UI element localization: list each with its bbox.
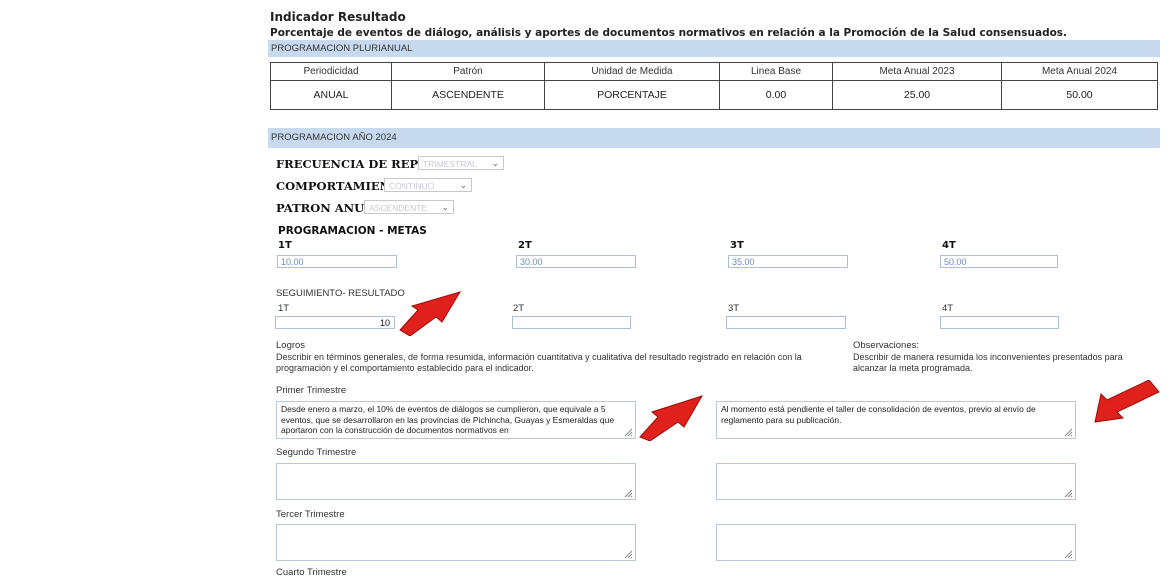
seguimiento-q3-input[interactable]: [726, 316, 846, 329]
metas-q2-label: 2T: [518, 240, 532, 251]
metas-q1-input[interactable]: 10.00: [277, 255, 397, 268]
logros-description: Describir en términos generales, de form…: [276, 352, 802, 373]
red-arrow-icon: [639, 395, 704, 441]
patron-value: ASCENDENTE: [369, 203, 428, 213]
chevron-down-icon: ⌄: [459, 180, 467, 190]
seguimiento-q1-label: 1T: [278, 303, 290, 314]
primer-logros-text: Desde enero a marzo, el 10% de eventos d…: [281, 404, 615, 435]
table-header: Periodicidad: [270, 62, 392, 81]
metas-q3-label: 3T: [730, 240, 744, 251]
table-cell: PORCENTAJE: [544, 80, 720, 110]
resize-grip-icon[interactable]: [624, 428, 633, 437]
seguimiento-q2-input[interactable]: [512, 316, 631, 329]
tercer-trimestre-label: Tercer Trimestre: [276, 509, 345, 520]
primer-trimestre-label: Primer Trimestre: [276, 385, 347, 396]
chevron-down-icon: ⌄: [491, 158, 499, 168]
metas-q3-input[interactable]: 35.00: [728, 255, 848, 268]
tercer-observaciones-textarea[interactable]: [716, 524, 1076, 561]
table-header: Meta Anual 2024: [1001, 62, 1158, 81]
comportamiento-value: CONTINUO: [389, 181, 435, 191]
logros-title: Logros: [276, 340, 306, 351]
primer-logros-textarea[interactable]: Desde enero a marzo, el 10% de eventos d…: [276, 401, 636, 439]
metas-q2-input[interactable]: 30.00: [516, 255, 636, 268]
seguimiento-q1-input[interactable]: 10: [275, 316, 395, 329]
chevron-down-icon: ⌄: [441, 202, 449, 212]
comportamiento-select[interactable]: CONTINUO ⌄: [384, 178, 472, 192]
seguimiento-q4-input[interactable]: [940, 316, 1059, 329]
red-arrow-icon: [399, 291, 462, 336]
resize-grip-icon[interactable]: [1064, 428, 1073, 437]
metas-q1-label: 1T: [278, 240, 292, 251]
table-cell: 25.00: [832, 80, 1002, 110]
table-cell: 0.00: [719, 80, 833, 110]
segundo-observaciones-textarea[interactable]: [716, 463, 1076, 500]
seguimiento-title: SEGUIMIENTO- RESULTADO: [276, 288, 405, 299]
resize-grip-icon[interactable]: [1064, 550, 1073, 559]
patron-select[interactable]: ASCENDENTE ⌄: [364, 200, 454, 214]
tercer-logros-textarea[interactable]: [276, 524, 636, 561]
seguimiento-q4-label: 4T: [942, 303, 954, 314]
metas-q4-label: 4T: [942, 240, 956, 251]
table-cell: ANUAL: [270, 80, 392, 110]
resize-grip-icon[interactable]: [624, 550, 633, 559]
seguimiento-q2-label: 2T: [513, 303, 525, 314]
primer-observaciones-textarea[interactable]: Al momento está pendiente el taller de c…: [716, 401, 1076, 439]
section-bar-2024: PROGRAMACION AÑO 2024: [268, 128, 1160, 148]
table-cell: 50.00: [1001, 80, 1158, 110]
primer-observaciones-text: Al momento está pendiente el taller de c…: [721, 404, 1036, 425]
resize-grip-icon[interactable]: [1064, 489, 1073, 498]
table-header-row: Periodicidad Patrón Unidad de Medida Lin…: [270, 62, 1158, 81]
observaciones-title: Observaciones:: [853, 340, 920, 351]
table-header: Unidad de Medida: [544, 62, 720, 81]
cuarto-trimestre-label: Cuarto Trimestre: [276, 567, 347, 578]
section-bar-plurianual: PROGRAMACION PLURIANUAL: [268, 40, 1160, 57]
segundo-logros-textarea[interactable]: [276, 463, 636, 500]
resize-grip-icon[interactable]: [624, 489, 633, 498]
table-header: Patrón: [391, 62, 545, 81]
observaciones-description: Describir de manera resumida los inconve…: [853, 352, 1123, 373]
frecuencia-select[interactable]: TRIMESTRAL ⌄: [418, 156, 504, 170]
red-arrow-icon: [1094, 380, 1160, 423]
metas-title: PROGRAMACION - METAS: [278, 225, 427, 237]
indicator-subtitle: Porcentaje de eventos de diálogo, anális…: [270, 27, 1068, 39]
frecuencia-value: TRIMESTRAL: [423, 159, 477, 169]
table-header: Meta Anual 2023: [832, 62, 1002, 81]
seguimiento-q3-label: 3T: [728, 303, 740, 314]
table-row: ANUAL ASCENDENTE PORCENTAJE 0.00 25.00 5…: [270, 80, 1158, 110]
table-header: Linea Base: [719, 62, 833, 81]
table-cell: ASCENDENTE: [391, 80, 545, 110]
metas-q4-input[interactable]: 50.00: [940, 255, 1058, 268]
plurianual-table: Periodicidad Patrón Unidad de Medida Lin…: [270, 62, 1158, 110]
indicator-title: Indicador Resultado: [270, 10, 406, 24]
segundo-trimestre-label: Segundo Trimestre: [276, 447, 357, 458]
